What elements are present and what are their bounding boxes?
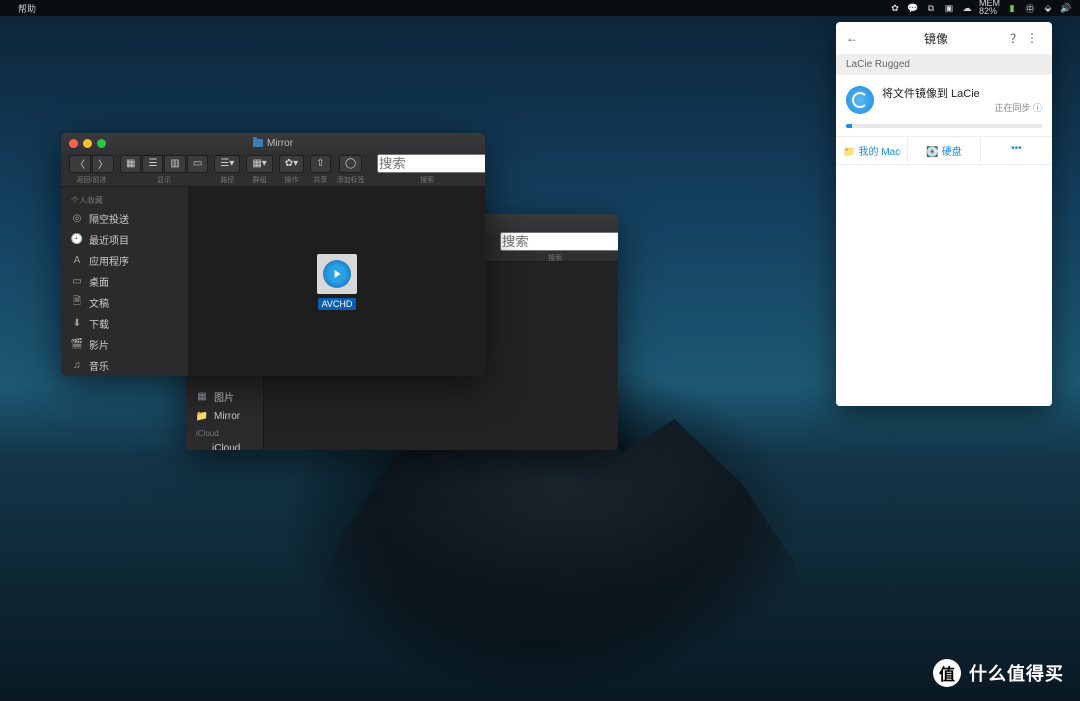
finder2-sidebar-mirror[interactable]: 📁Mirror bbox=[186, 407, 263, 425]
info-icon[interactable]: ⓘ bbox=[1033, 103, 1042, 113]
tab-disk[interactable]: 💽硬盘 bbox=[907, 137, 979, 164]
back-arrow-icon[interactable]: ← bbox=[846, 31, 862, 45]
minimize-button[interactable] bbox=[83, 139, 92, 148]
finder1-title: Mirror bbox=[61, 138, 485, 149]
macos-menubar: 帮助 ✿ 💬 ⧉ ▣ ☁ MEM82% ▮ ㊥ ⬙ 🔊 bbox=[0, 0, 1080, 16]
movies-icon: 🎬 bbox=[71, 339, 83, 351]
toolbar-tags-group: ◯ 添加标签 bbox=[337, 155, 365, 185]
menubar-display-icon[interactable]: ⧉ bbox=[925, 3, 937, 14]
toolbar-view-group: ▦ ☰ ▥ ▭ 显示 bbox=[120, 155, 208, 185]
folder-icon: 📁 bbox=[843, 147, 855, 158]
watermark-badge: 值 bbox=[933, 659, 961, 687]
file-name-label: AVCHD bbox=[318, 298, 357, 310]
favorites-header: 个人收藏 bbox=[61, 191, 188, 208]
music-icon: ♫ bbox=[71, 360, 83, 372]
forward-button[interactable]: 〉 bbox=[92, 155, 114, 173]
sidebar-item-apps[interactable]: A应用程序 bbox=[61, 250, 188, 271]
share-button[interactable]: ⇧ bbox=[310, 155, 330, 173]
toolbar-nav-group: 〈 〉 返回/前进 bbox=[69, 155, 114, 185]
toolbar-action-group: ✿▾ 操作 bbox=[279, 155, 304, 185]
desktop-icon: ▭ bbox=[71, 276, 83, 288]
mirror-row[interactable]: 将文件镜像到 LaCie 正在同步 ⓘ bbox=[836, 75, 1052, 124]
view-columns-button[interactable]: ▥ bbox=[164, 155, 185, 173]
tags-button[interactable]: ◯ bbox=[339, 155, 362, 173]
airdrop-icon: ◎ bbox=[71, 213, 83, 225]
lacie-mirror-panel: ← 镜像 ？ ⋮ LaCie Rugged 将文件镜像到 LaCie 正在同步 … bbox=[836, 22, 1052, 406]
tab-more[interactable]: ••• bbox=[980, 137, 1052, 164]
finder2-search-input[interactable] bbox=[500, 232, 618, 251]
panel-header: ← 镜像 ？ ⋮ bbox=[836, 22, 1052, 54]
panel-body bbox=[836, 165, 1052, 406]
finder1-search-label: 搜索 bbox=[420, 175, 434, 185]
finder2-sidebar-icloud[interactable]: ☁iCloud 云盘 bbox=[186, 440, 263, 450]
finder1-toolbar: 〈 〉 返回/前进 ▦ ☰ ▥ ▭ 显示 ☰▾ 路径 ▦▾ 群组 ✿▾ 操作 bbox=[61, 153, 485, 187]
progress-fill bbox=[846, 124, 852, 128]
file-item-avchd[interactable]: AVCHD bbox=[317, 254, 357, 310]
finder1-search-input[interactable] bbox=[377, 154, 485, 173]
arrange-button[interactable]: ▦▾ bbox=[246, 155, 272, 173]
toolbar-path-group: ☰▾ 路径 bbox=[214, 155, 240, 185]
menubar-wifi-icon[interactable]: ⬙ bbox=[1042, 3, 1054, 14]
watermark: 值 什么值得买 bbox=[933, 659, 1064, 687]
menubar-wechat-icon[interactable]: 💬 bbox=[907, 3, 919, 14]
toolbar-share-group: ⇧ 共享 bbox=[310, 155, 330, 185]
disk-icon: 💽 bbox=[926, 147, 938, 158]
finder2-icloud-header: iCloud bbox=[186, 425, 263, 440]
sidebar-item-documents[interactable]: 🗎文稿 bbox=[61, 292, 188, 313]
clock-icon: 🕘 bbox=[71, 234, 83, 246]
finder1-content[interactable]: AVCHD bbox=[189, 187, 485, 376]
view-list-button[interactable]: ☰ bbox=[142, 155, 163, 173]
sidebar-item-airdrop[interactable]: ◎隔空投送 bbox=[61, 208, 188, 229]
documents-icon: 🗎 bbox=[71, 297, 83, 309]
folder-icon: 📁 bbox=[196, 410, 208, 422]
path-button[interactable]: ☰▾ bbox=[214, 155, 240, 173]
back-button[interactable]: 〈 bbox=[69, 155, 91, 173]
menubar-cloud-icon[interactable]: ☁ bbox=[961, 3, 973, 14]
view-gallery-button[interactable]: ▭ bbox=[187, 155, 208, 173]
pictures-icon: ▦ bbox=[196, 391, 208, 403]
watermark-text: 什么值得买 bbox=[969, 660, 1064, 686]
menubar-volume-icon[interactable]: 🔊 bbox=[1060, 3, 1072, 14]
close-button[interactable] bbox=[69, 139, 78, 148]
folder-icon bbox=[253, 139, 263, 147]
sidebar-item-downloads[interactable]: ⬇下载 bbox=[61, 313, 188, 334]
view-icons-button[interactable]: ▦ bbox=[120, 155, 141, 173]
mirror-status: 正在同步 ⓘ bbox=[882, 101, 1042, 114]
finder1-sidebar: 个人收藏 ◎隔空投送 🕘最近项目 A应用程序 ▭桌面 🗎文稿 ⬇下载 🎬影片 ♫… bbox=[61, 187, 189, 376]
menubar-gear-icon[interactable]: ✿ bbox=[889, 3, 901, 14]
panel-tabs: 📁我的 Mac 💽硬盘 ••• bbox=[836, 136, 1052, 165]
toolbar-arrange-group: ▦▾ 群组 bbox=[246, 155, 272, 185]
action-button[interactable]: ✿▾ bbox=[279, 155, 304, 173]
panel-title: 镜像 bbox=[862, 30, 1010, 47]
apps-icon: A bbox=[71, 255, 83, 267]
quicktime-icon bbox=[317, 254, 357, 294]
fullscreen-button[interactable] bbox=[97, 139, 106, 148]
sidebar-item-music[interactable]: ♫音乐 bbox=[61, 355, 188, 376]
help-icon[interactable]: ？ bbox=[1010, 30, 1026, 47]
progress-bar bbox=[846, 124, 1042, 128]
menu-help[interactable]: 帮助 bbox=[18, 2, 36, 15]
sidebar-item-desktop[interactable]: ▭桌面 bbox=[61, 271, 188, 292]
panel-device-label: LaCie Rugged bbox=[836, 54, 1052, 75]
tab-my-mac[interactable]: 📁我的 Mac bbox=[836, 137, 907, 164]
menubar-battery-icon[interactable]: ▮ bbox=[1006, 3, 1018, 14]
sidebar-item-movies[interactable]: 🎬影片 bbox=[61, 334, 188, 355]
mirror-title: 将文件镜像到 LaCie bbox=[882, 85, 1042, 101]
menubar-mem-label: MEM82% bbox=[979, 0, 1000, 16]
finder2-sidebar-pictures[interactable]: ▦图片 bbox=[186, 386, 263, 407]
menubar-language-icon[interactable]: ㊥ bbox=[1024, 2, 1036, 15]
downloads-icon: ⬇ bbox=[71, 318, 83, 330]
sidebar-item-recents[interactable]: 🕘最近项目 bbox=[61, 229, 188, 250]
sync-icon bbox=[846, 86, 874, 114]
more-vert-icon[interactable]: ⋮ bbox=[1026, 31, 1042, 45]
finder1-titlebar[interactable]: Mirror bbox=[61, 133, 485, 153]
menubar-screenshot-icon[interactable]: ▣ bbox=[943, 3, 955, 14]
finder-window-front[interactable]: Mirror 〈 〉 返回/前进 ▦ ☰ ▥ ▭ 显示 ☰▾ 路径 ▦▾ 群组 bbox=[61, 133, 485, 376]
